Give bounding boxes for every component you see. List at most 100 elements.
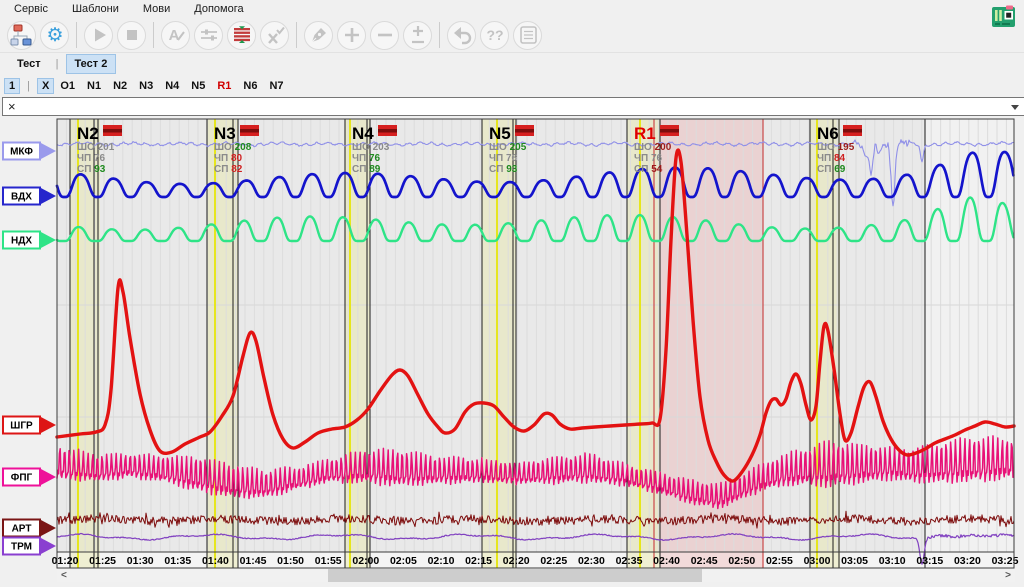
time-tick-label: 02:30 [578,555,605,567]
adjust-channels-button[interactable] [194,21,223,50]
section-metric: ШО 205 [489,142,527,153]
question-item-n5[interactable]: N5 [191,80,205,92]
channel-tag-АРТ[interactable]: АРТ [3,520,56,537]
menubar: Сервіс Шаблони Мови Допомога [0,0,1024,18]
h-scrollbar[interactable]: < > [57,569,1015,582]
menu-item-3[interactable]: Допомога [194,3,243,15]
undo-button[interactable] [447,21,476,50]
section-metric: СП 54 [634,164,663,175]
play-button[interactable] [84,21,113,50]
time-tick-label: 02:10 [428,555,455,567]
time-tick-label: 01:55 [315,555,342,567]
time-tick-label: 02:50 [728,555,755,567]
svg-text:ВДХ: ВДХ [11,192,32,203]
section-metric: ШО 195 [817,142,855,153]
time-tick-label: 03:00 [804,555,831,567]
scroll-left-arrow-icon[interactable]: < [61,569,67,582]
svg-text:ТРМ: ТРМ [11,542,32,553]
menu-item-0[interactable]: Сервіс [14,3,48,15]
section-flag-stripe [240,129,259,133]
tab-bar: Тест | Тест 2 [0,53,1024,75]
svg-text:МКФ: МКФ [10,147,33,158]
question-item-o1[interactable]: O1 [60,80,75,92]
settings-button[interactable]: ⚙ [40,21,69,50]
section-metric: ЧП 80 [214,153,243,164]
annotate-button[interactable]: A [161,21,190,50]
section-metric: СП 93 [77,164,106,175]
svg-text:ФПГ: ФПГ [11,473,33,484]
tab-separator: | [56,58,59,70]
svg-text:A: A [168,27,179,44]
section-metric: СП 89 [352,164,381,175]
zoom-in-button[interactable] [337,21,366,50]
stop-button[interactable] [117,21,146,50]
scrollbar-thumb[interactable] [328,569,702,582]
time-tick-label: 02:20 [503,555,530,567]
tab-тест-2[interactable]: Тест 2 [66,54,117,74]
scroll-right-arrow-icon[interactable]: > [1005,569,1011,582]
svg-text:НДХ: НДХ [11,236,32,247]
plot-light-zone [925,119,1014,552]
section-flag-stripe [660,129,679,133]
svg-text:ШГР: ШГР [10,421,33,432]
section-label-N2: N2 [77,124,99,143]
section-metric: ШО 200 [634,142,672,153]
menu-item-1[interactable]: Шаблони [72,3,119,15]
mark-button[interactable] [304,21,333,50]
question-item-r1[interactable]: R1 [217,80,231,92]
question-item-n4[interactable]: N4 [165,80,179,92]
section-metric: ШО 208 [214,142,252,153]
chevron-down-icon[interactable] [1011,105,1019,110]
zoom-reset-button[interactable] [403,21,432,50]
discard-button[interactable] [260,21,289,50]
section-metric: СП 93 [489,164,518,175]
center-traces-button[interactable] [227,21,256,50]
section-flag-stripe [378,129,397,133]
channel-tag-НДХ[interactable]: НДХ [3,232,56,249]
time-tick-label: 01:40 [202,555,229,567]
svg-text:АРТ: АРТ [12,524,32,535]
section-metric: ЧП 76 [634,153,663,164]
question-combobox[interactable]: × [2,97,1024,116]
time-tick-label: 01:45 [240,555,267,567]
question-item-n2[interactable]: N2 [113,80,127,92]
channel-tag-МКФ[interactable]: МКФ [3,143,56,160]
time-tick-label: 02:45 [691,555,718,567]
question-item-n1[interactable]: N1 [87,80,101,92]
svg-text:??: ?? [486,27,503,43]
channel-tag-ФПГ[interactable]: ФПГ [3,469,56,486]
report-button[interactable] [513,21,542,50]
plot-background [57,119,1014,552]
section-flag-stripe [515,129,534,133]
device-status-button[interactable] [989,3,1019,30]
section-metric: ЧП 76 [77,153,106,164]
section-label-N6: N6 [817,124,839,143]
section-label-N3: N3 [214,124,236,143]
time-tick-label: 03:05 [841,555,868,567]
tab-тест[interactable]: Тест [9,55,49,73]
channel-tag-ТРМ[interactable]: ТРМ [3,538,56,555]
toolbar-separator [439,22,440,48]
question-item-n3[interactable]: N3 [139,80,153,92]
toolbar-separator [153,22,154,48]
question-item-n7[interactable]: N7 [269,80,283,92]
section-flag-stripe [103,129,122,133]
menu-item-2[interactable]: Мови [143,3,170,15]
channel-tag-ШГР[interactable]: ШГР [3,417,56,434]
test-structure-button[interactable] [7,21,36,50]
section-metric: СП 69 [817,164,846,175]
help-button[interactable]: ?? [480,21,509,50]
svg-text:⚙: ⚙ [46,25,63,46]
section-label-N5: N5 [489,124,511,143]
question-item-x[interactable]: X [37,78,54,94]
time-tick-label: 01:50 [277,555,304,567]
zoom-out-button[interactable] [370,21,399,50]
time-tick-label: 02:55 [766,555,793,567]
page-number-box[interactable]: 1 [4,78,20,94]
time-tick-label: 01:25 [89,555,116,567]
section-label-R1: R1 [634,124,656,143]
question-item-n6[interactable]: N6 [243,80,257,92]
section-metric: ЧП 84 [817,153,846,164]
question-nav: 1|XO1N1N2N3N4N5R1N6N7 [0,76,1024,96]
channel-tag-ВДХ[interactable]: ВДХ [3,188,56,205]
